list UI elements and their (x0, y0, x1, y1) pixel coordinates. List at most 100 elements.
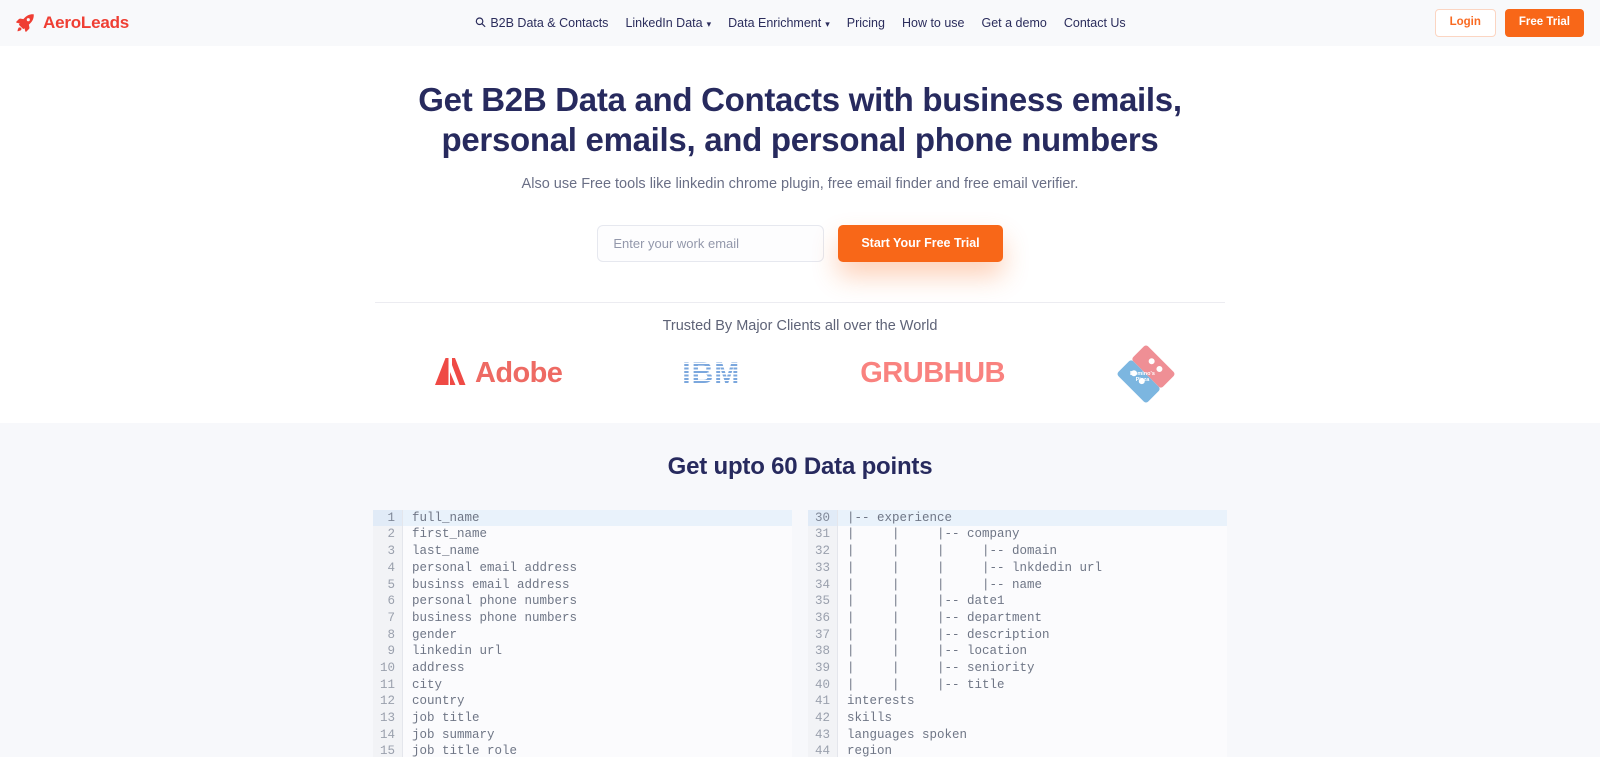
code-line-number: 6 (373, 593, 403, 610)
code-line: 2 first_name (373, 526, 792, 544)
header-actions: Login Free Trial (1434, 9, 1584, 37)
code-line-text: city (412, 677, 443, 692)
code-line: 4 personal email address (373, 559, 792, 577)
code-line-text: last_name (412, 544, 480, 559)
code-columns: 1 full_name 2 first_name 3 last_name 4 personal… (373, 509, 1227, 757)
code-line: 33 | | | |-- lnkdedin url (808, 559, 1227, 577)
code-line-number: 42 (808, 710, 838, 727)
code-line-number: 10 (373, 659, 403, 677)
code-line-number: 11 (373, 676, 403, 694)
clients-title: Trusted By Major Clients all over the Wo… (662, 317, 938, 334)
code-line: 9 linkedin url (373, 643, 792, 660)
code-line-number: 31 (808, 526, 838, 544)
code-line-text: | | |-- department (847, 610, 1043, 625)
code-line: 10 address (373, 659, 792, 677)
code-line-number: 15 (373, 743, 403, 757)
nav-item-linkedin-data[interactable]: LinkedIn Data ▾ (625, 17, 711, 30)
code-line-number: 44 (808, 743, 838, 757)
code-line: 14 job summary (373, 726, 792, 744)
code-line: 30 |-- experience (808, 509, 1227, 527)
code-line-number: 9 (373, 643, 403, 660)
code-line: 38 | | |-- location (808, 643, 1227, 660)
code-line-text: full_name (412, 510, 480, 525)
nav-label: Get a demo (981, 15, 1047, 30)
code-line: 40 | | |-- title (808, 676, 1227, 694)
code-line-number: 36 (808, 609, 838, 627)
brand-name: AeroLeads (43, 13, 130, 32)
code-line-number: 13 (373, 710, 403, 727)
code-line: 42 skills (808, 710, 1227, 727)
client-logo-adobe: Adobe (433, 351, 563, 397)
brand-logo[interactable]: AeroLeads (14, 12, 129, 34)
client-logo-row: Adobe IBM GRUBHUB Domino's Pizza (0, 344, 1600, 404)
code-line: 44 region (808, 743, 1227, 757)
nav-item-get-a-demo[interactable]: Get a demo (982, 17, 1047, 30)
code-line-number: 39 (808, 659, 838, 677)
code-line: 8 gender (373, 626, 792, 644)
code-line-number: 12 (373, 693, 403, 711)
code-line-text: | | | |-- lnkdedin url (847, 560, 1103, 575)
chevron-down-icon: ▾ (706, 18, 712, 29)
data-points-title: Get upto 60 Data points (667, 452, 933, 480)
code-line-text: | | |-- date1 (847, 594, 1005, 609)
start-free-trial-button[interactable]: Start Your Free Trial (838, 224, 1003, 262)
code-line-number: 30 (808, 509, 838, 527)
work-email-input[interactable] (597, 224, 825, 262)
nav-item-how-to-use[interactable]: How to use (902, 17, 965, 30)
code-line-text: |-- experience (847, 510, 953, 525)
code-line-text: | | |-- location (847, 644, 1028, 659)
code-line-number: 4 (373, 559, 403, 577)
code-line: 13 job title (373, 710, 792, 727)
client-logo-dominos: Domino's Pizza (1116, 344, 1176, 404)
dominos-mark-icon: Domino's Pizza (1116, 344, 1176, 404)
code-line: 5 businss email address (373, 576, 792, 594)
code-line-number: 8 (373, 626, 403, 644)
code-line-text: | | |-- company (847, 527, 1020, 542)
code-line-text: | | | |-- name (847, 577, 1043, 592)
nav-item-pricing[interactable]: Pricing (847, 17, 885, 30)
nav-item-contact-us[interactable]: Contact Us (1064, 17, 1126, 30)
code-line: 3 last_name (373, 543, 792, 560)
nav-item-b2b-data-contacts[interactable]: B2B Data & Contacts (474, 16, 608, 31)
code-line-text: job title (412, 711, 480, 726)
code-line: 15 job title role (373, 743, 792, 757)
code-line-number: 43 (808, 726, 838, 744)
nav-item-data-enrichment[interactable]: Data Enrichment ▾ (728, 17, 830, 30)
nav-label: LinkedIn Data (625, 15, 703, 30)
page-title: Get B2B Data and Contacts with business … (418, 81, 1182, 159)
code-line-number: 35 (808, 593, 838, 610)
signup-form: Start Your Free Trial (370, 224, 1230, 262)
adobe-mark-icon (433, 356, 467, 392)
code-line-text: languages spoken (847, 727, 968, 742)
nav-label: How to use (901, 15, 965, 30)
client-logo-grubhub: GRUBHUB (860, 351, 1005, 397)
code-line-number: 5 (373, 576, 403, 594)
code-line-text: businss email address (412, 577, 570, 592)
code-line-text: business phone numbers (412, 610, 578, 625)
nav-label: Contact Us (1063, 15, 1126, 30)
code-line: 43 languages spoken (808, 726, 1227, 744)
site-header: AeroLeads B2B Data & Contacts LinkedIn D… (0, 0, 1600, 46)
code-line-text: country (412, 694, 465, 709)
data-points-right-list[interactable]: 30 |-- experience 31 | | |-- company 32 | | |… (808, 509, 1227, 757)
code-line-number: 7 (373, 609, 403, 627)
code-line-number: 3 (373, 543, 403, 560)
code-line-text: job title role (412, 744, 518, 757)
code-line-number: 32 (808, 543, 838, 560)
hero-subtitle: Also use Free tools like linkedin chrome… (521, 175, 1079, 192)
login-button[interactable]: Login (1434, 9, 1496, 37)
code-line-text: address (412, 660, 465, 675)
rocket-icon (14, 12, 36, 34)
code-line: 41 interests (808, 693, 1227, 711)
code-line: 35 | | |-- date1 (808, 593, 1227, 610)
code-line: 1 full_name (373, 509, 792, 527)
data-points-section: Get upto 60 Data points 1 full_name 2 first… (0, 422, 1600, 757)
code-line-text: personal phone numbers (412, 594, 578, 609)
code-line-number: 38 (808, 643, 838, 660)
free-trial-button[interactable]: Free Trial (1504, 9, 1584, 37)
hero-section: Get B2B Data and Contacts with business … (0, 46, 1600, 303)
code-line: 12 country (373, 693, 792, 711)
code-line: 6 personal phone numbers (373, 593, 792, 610)
code-line: 32 | | | |-- domain (808, 543, 1227, 560)
data-points-left-list[interactable]: 1 full_name 2 first_name 3 last_name 4 personal… (373, 509, 792, 757)
